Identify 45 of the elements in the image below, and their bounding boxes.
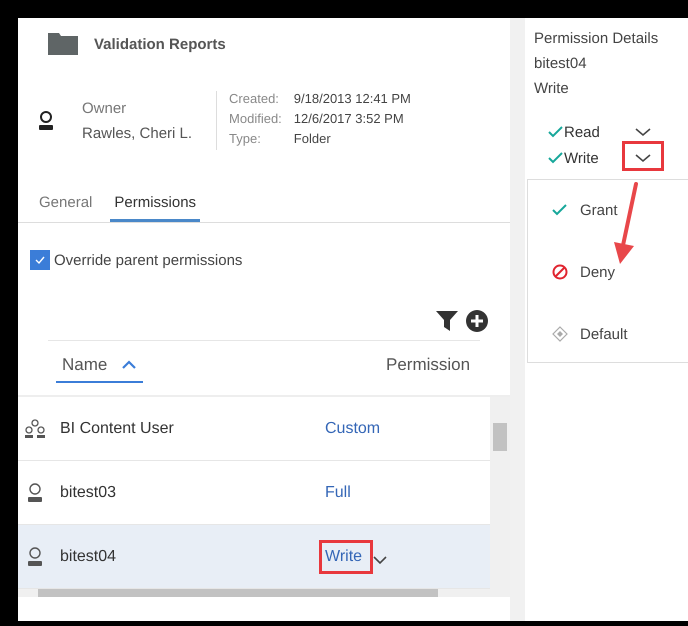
user-icon: [38, 110, 54, 130]
details-title: Permission Details: [534, 29, 660, 49]
menu-item[interactable]: Deny: [552, 262, 688, 282]
chevron-down-icon[interactable]: [634, 153, 652, 163]
meta-value: 9/18/2013 12:41 PM: [294, 91, 411, 106]
capability-label: Write: [564, 150, 600, 166]
permission-link[interactable]: Write: [325, 548, 362, 566]
user-name: bitest03: [60, 484, 118, 502]
permission-link[interactable]: Custom: [325, 420, 380, 438]
meta-value: Folder: [294, 131, 332, 146]
capability-label: Read: [564, 124, 601, 140]
details-permission: Write: [534, 79, 570, 99]
column-header[interactable]: Permission: [380, 355, 476, 383]
folder-title: Validation Reports: [94, 36, 226, 52]
sort-up-icon[interactable]: [121, 360, 138, 370]
meta-label: Type:: [229, 131, 262, 146]
owner-label: Owner: [82, 100, 128, 116]
table-row[interactable]: bitest04 Write: [18, 525, 490, 589]
highlight-box: [319, 540, 373, 574]
group-icon: [24, 418, 46, 438]
filter-icon[interactable]: [436, 310, 458, 332]
checkbox-label: Override parent permissions: [54, 252, 242, 268]
user-name: bitest04: [60, 548, 118, 566]
chevron-down-icon[interactable]: [634, 127, 652, 137]
checkbox[interactable]: [30, 250, 50, 270]
meta-label: Created:: [229, 91, 280, 106]
column-header[interactable]: Name: [56, 355, 144, 383]
meta-label: Modified:: [229, 111, 282, 126]
menu-item[interactable]: Default: [552, 324, 688, 344]
chevron-down-icon[interactable]: [372, 554, 388, 564]
add-icon[interactable]: [466, 310, 488, 332]
prohibited-icon: [552, 264, 568, 280]
tab[interactable]: General: [35, 194, 96, 222]
user-name: BI Content User: [60, 420, 175, 438]
details-user: bitest04: [534, 54, 588, 74]
scrollbar[interactable]: [18, 589, 510, 597]
meta-value: 12/6/2017 3:52 PM: [294, 111, 405, 126]
tab[interactable]: Permissions: [110, 194, 200, 222]
check-icon: [552, 204, 568, 216]
menu-item[interactable]: Grant: [552, 200, 688, 220]
folder-icon: [48, 33, 78, 55]
permission-link[interactable]: Full: [325, 484, 351, 502]
owner-name: Rawles, Cheri L.: [82, 124, 192, 142]
table-row[interactable]: BI Content User Custom: [18, 397, 490, 461]
diamond-icon: [552, 326, 568, 342]
